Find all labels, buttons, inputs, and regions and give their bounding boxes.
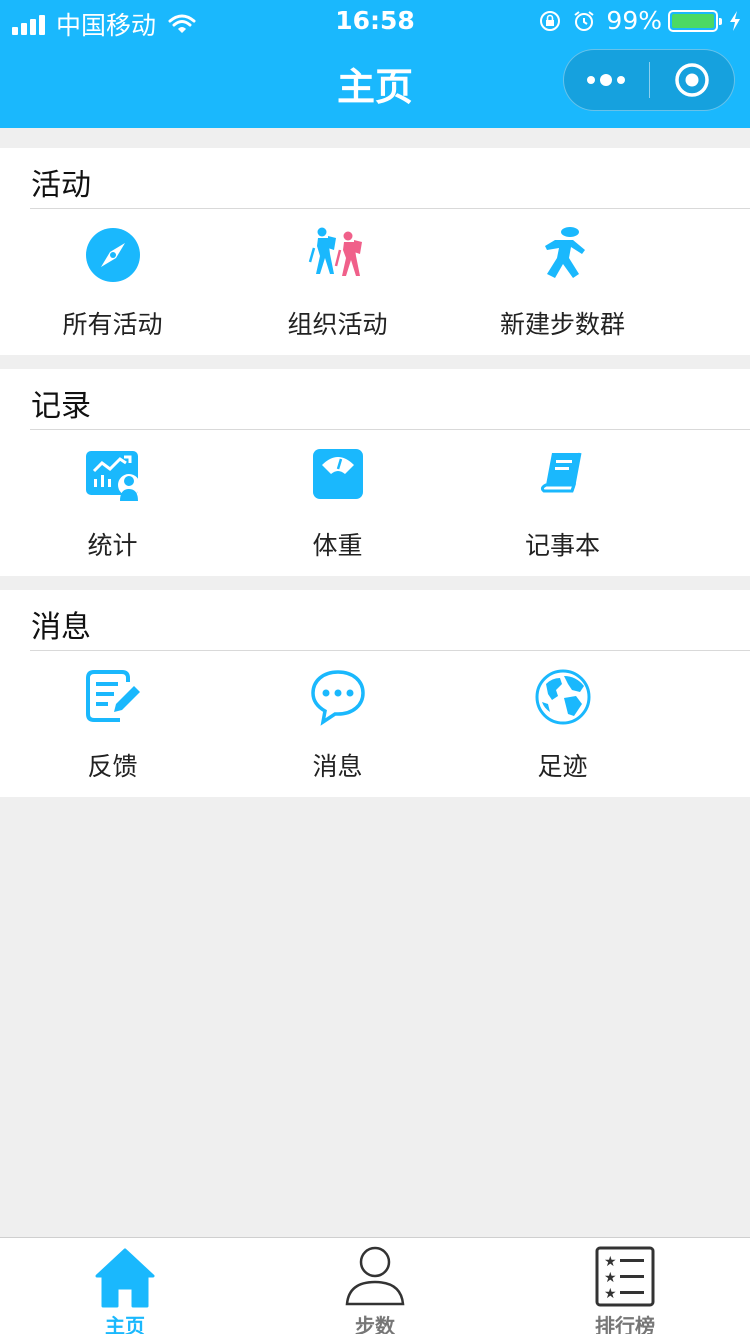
more-button[interactable] (564, 50, 649, 110)
tab-steps[interactable]: 步数 (250, 1238, 500, 1334)
svg-text:★: ★ (604, 1286, 617, 1302)
item-weight[interactable]: 体重 (225, 429, 450, 575)
section-title: 记录 (31, 389, 91, 424)
walking-person-icon (544, 227, 585, 278)
alarm-icon (574, 10, 595, 31)
item-feedback[interactable]: 反馈 (0, 650, 225, 796)
home-icon (95, 1248, 155, 1308)
item-label: 组织活动 (287, 310, 388, 339)
svg-text:★: ★ (604, 1254, 617, 1270)
charging-icon (730, 10, 740, 31)
rotation-lock-icon (540, 10, 561, 31)
item-label: 统计 (87, 531, 138, 560)
notebook-icon (540, 452, 581, 493)
battery-percent: 99% (606, 6, 662, 35)
section-title: 活动 (31, 168, 91, 203)
svg-text:★: ★ (604, 1270, 617, 1286)
section-title: 消息 (31, 610, 91, 645)
tab-ranking[interactable]: ★ ★ ★ 排行榜 (500, 1238, 750, 1334)
scale-icon (312, 449, 363, 499)
chat-bubble-icon (310, 670, 365, 726)
close-mini-program-button[interactable] (650, 50, 735, 110)
globe-icon (535, 669, 590, 725)
tab-label: 步数 (355, 1314, 395, 1334)
item-label: 体重 (312, 531, 363, 560)
section-messages: 消息 反馈 消息 足迹 (0, 590, 750, 797)
item-label: 反馈 (87, 752, 138, 781)
item-organize-activity[interactable]: 组织活动 (225, 208, 450, 354)
target-circle-icon (675, 63, 709, 97)
compass-icon (85, 228, 140, 282)
section-activity: 活动 所有活动 组织活动 新建步数群 (0, 148, 750, 355)
user-icon (345, 1246, 405, 1306)
statistics-icon (85, 451, 140, 501)
item-label: 所有活动 (62, 310, 163, 339)
item-label: 消息 (312, 752, 363, 781)
item-statistics[interactable]: 统计 (0, 429, 225, 575)
ranking-list-icon: ★ ★ ★ (595, 1246, 655, 1307)
battery-icon (668, 9, 722, 32)
tab-label: 主页 (105, 1314, 145, 1334)
item-messages[interactable]: 消息 (225, 650, 450, 796)
status-bar: 中国移动 16:58 99% (0, 0, 750, 40)
more-dots-icon (587, 74, 626, 86)
header: 中国移动 16:58 99% 主页 (0, 0, 750, 128)
item-new-step-group[interactable]: 新建步数群 (450, 208, 675, 354)
item-notebook[interactable]: 记事本 (450, 429, 675, 575)
item-footprints[interactable]: 足迹 (450, 650, 675, 796)
tab-home[interactable]: 主页 (0, 1238, 250, 1334)
item-label: 足迹 (537, 752, 588, 781)
item-label: 记事本 (524, 531, 600, 560)
mini-program-capsule (563, 49, 735, 111)
feedback-edit-icon (85, 670, 140, 722)
hikers-icon (308, 227, 362, 276)
tab-label: 排行榜 (595, 1314, 655, 1334)
item-label: 新建步数群 (499, 310, 625, 339)
section-records: 记录 统计 体重 记事本 (0, 369, 750, 576)
item-all-activities[interactable]: 所有活动 (0, 208, 225, 354)
tab-bar: 主页 步数 ★ ★ ★ 排行榜 (0, 1237, 750, 1334)
